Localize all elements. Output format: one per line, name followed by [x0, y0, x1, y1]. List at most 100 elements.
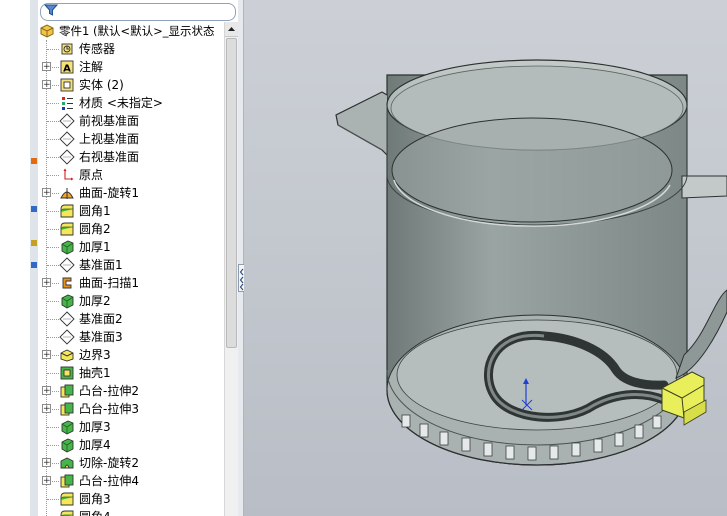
arrow-up-icon	[228, 27, 235, 31]
fillet-icon	[60, 492, 74, 506]
tree-item-label: 前视基准面	[79, 114, 140, 128]
kettle-model[interactable]	[335, 59, 727, 466]
model-view-canvas[interactable]	[244, 0, 727, 516]
boss-extrude-icon	[60, 384, 74, 398]
tree-item[interactable]: 右视基准面	[38, 148, 228, 166]
tree-item-label: 边界3	[79, 348, 111, 362]
plane-icon	[59, 257, 75, 273]
tree-item[interactable]: + 曲面-旋转1	[38, 184, 228, 202]
tree-item[interactable]: 加厚1	[38, 238, 228, 256]
tree-item-label: 曲面-扫描1	[79, 276, 139, 290]
filter-funnel-icon[interactable]	[44, 4, 58, 16]
expand-toggle-icon[interactable]: +	[42, 278, 51, 288]
tree-item[interactable]: + 凸台-拉伸3	[38, 400, 228, 418]
strip-tool-icon[interactable]	[31, 158, 37, 164]
tree-item-label: 加厚4	[79, 438, 111, 452]
tree-item[interactable]: 圆角2	[38, 220, 228, 238]
svg-text:A: A	[63, 64, 71, 75]
fillet-icon	[60, 510, 74, 516]
expand-toggle-icon[interactable]: +	[42, 458, 51, 468]
tree-item-label: 实体 (2)	[79, 78, 124, 92]
tree-item-label: 曲面-旋转1	[79, 186, 139, 200]
tree-branch-line	[47, 499, 59, 500]
tree-item[interactable]: 基准面1	[38, 256, 228, 274]
tree-item-label: 凸台-拉伸2	[79, 384, 139, 398]
sensor-icon	[61, 43, 73, 55]
thicken-icon	[61, 240, 74, 255]
fillet-icon	[60, 204, 74, 218]
strip-tool-icon[interactable]	[31, 262, 37, 268]
boss-extrude-icon	[60, 402, 74, 416]
tree-item[interactable]: 传感器	[38, 40, 228, 58]
tree-item[interactable]: + 实体 (2)	[38, 76, 228, 94]
material-icon	[62, 97, 73, 110]
tree-item-label: 凸台-拉伸3	[79, 402, 139, 416]
tree-item[interactable]: 基准面2	[38, 310, 228, 328]
tree-item[interactable]: + 边界3	[38, 346, 228, 364]
expand-toggle-icon[interactable]: +	[42, 350, 51, 360]
expand-toggle-icon[interactable]: +	[42, 80, 51, 90]
tree-root-part[interactable]: 零件1 (默认<默认>_显示状态	[38, 22, 228, 40]
tree-item-label: 圆角1	[79, 204, 111, 218]
plane-icon	[59, 311, 75, 327]
tree-item-label: 传感器	[79, 42, 116, 56]
tree-root-label: 零件1 (默认<默认>_显示状态	[59, 24, 215, 38]
tree-item[interactable]: + A 注解	[38, 58, 228, 76]
plane-icon	[59, 131, 75, 147]
scroll-up-button[interactable]	[225, 22, 238, 37]
tree-item[interactable]: + 凸台-拉伸2	[38, 382, 228, 400]
tree-branch-line	[47, 373, 59, 374]
tree-branch-line	[47, 301, 59, 302]
part-icon	[40, 24, 54, 38]
expand-toggle-icon[interactable]: +	[42, 404, 51, 414]
tree-item-label: 凸台-拉伸4	[79, 474, 139, 488]
expand-toggle-icon[interactable]: +	[42, 62, 51, 72]
expand-toggle-icon[interactable]: +	[42, 386, 51, 396]
tree-item[interactable]: 材质 <未指定>	[38, 94, 228, 112]
strip-tool-icon[interactable]	[31, 206, 37, 212]
tree-branch-line	[47, 229, 59, 230]
tree-item[interactable]: 加厚3	[38, 418, 228, 436]
tree-item-label: 材质 <未指定>	[79, 96, 163, 110]
tree-branch-line	[47, 427, 59, 428]
tree-item-label: 抽壳1	[79, 366, 111, 380]
expand-toggle-icon[interactable]: +	[42, 188, 51, 198]
tree-item[interactable]: + 凸台-拉伸4	[38, 472, 228, 490]
tree-item-label: 加厚2	[79, 294, 111, 308]
tree-item[interactable]: 加厚2	[38, 292, 228, 310]
shell-icon	[60, 366, 74, 380]
tree-branch-line	[47, 445, 59, 446]
tree-item[interactable]: 圆角1	[38, 202, 228, 220]
surface-sweep-icon	[62, 277, 72, 289]
tree-branch-line	[47, 157, 59, 158]
thicken-icon	[61, 294, 74, 309]
tree-item[interactable]: + 曲面-扫描1	[38, 274, 228, 292]
expand-toggle-icon[interactable]: +	[42, 476, 51, 486]
boundary-icon	[60, 349, 74, 362]
cut-revolve-icon	[60, 457, 74, 469]
tree-scrollbar[interactable]	[224, 22, 238, 516]
tree-item[interactable]: 上视基准面	[38, 130, 228, 148]
solid-bodies-icon	[60, 78, 74, 92]
tree-item-label: 上视基准面	[79, 132, 140, 146]
tree-item[interactable]: 前视基准面	[38, 112, 228, 130]
tree-item[interactable]: 圆角4	[38, 508, 228, 516]
tree-branch-line	[47, 211, 59, 212]
tree-item[interactable]: + 切除-旋转2	[38, 454, 228, 472]
tree-branch-line	[47, 319, 59, 320]
tree-branch-line	[47, 265, 59, 266]
fillet-icon	[60, 222, 74, 236]
graphics-viewport[interactable]	[244, 0, 727, 516]
tree-item[interactable]: 抽壳1	[38, 364, 228, 382]
tree-item-label: 圆角4	[79, 509, 111, 516]
scroll-thumb[interactable]	[226, 38, 237, 348]
strip-tool-icon[interactable]	[31, 240, 37, 246]
filter-input[interactable]	[40, 3, 236, 21]
surface-revolve-icon	[60, 188, 74, 199]
annotation-icon: A	[60, 60, 74, 75]
tree-item[interactable]: 圆角3	[38, 490, 228, 508]
tree-item[interactable]: 原点	[38, 166, 228, 184]
tree-item[interactable]: 基准面3	[38, 328, 228, 346]
tree-item-label: 圆角3	[79, 492, 111, 506]
tree-item[interactable]: 加厚4	[38, 436, 228, 454]
